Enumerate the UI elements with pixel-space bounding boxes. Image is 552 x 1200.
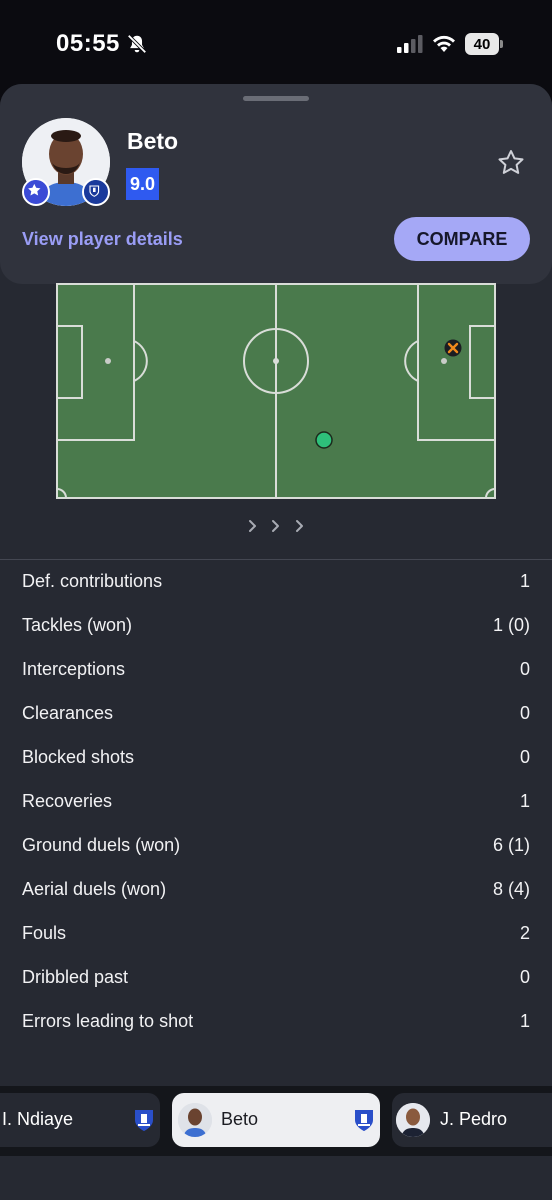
player-chip-label: J. Pedro <box>440 1109 508 1129</box>
stat-row-tackles: Tackles (won) 1 (0) <box>0 604 552 648</box>
status-time: 05:55 <box>56 30 120 57</box>
stat-row-interceptions: Interceptions 0 <box>0 648 552 692</box>
wifi-icon <box>433 35 455 52</box>
stat-value: 2 <box>519 923 530 943</box>
stat-label: Blocked shots <box>22 747 135 767</box>
stat-label: Fouls <box>22 923 67 943</box>
stat-row-recoveries: Recoveries 1 <box>0 780 552 824</box>
stat-row-aerial-duels: Aerial duels (won) 8 (4) <box>0 868 552 912</box>
stat-value: 6 (1) <box>492 835 530 855</box>
battery-level: 40 <box>465 33 499 55</box>
player-rating: 9.0 <box>126 168 159 200</box>
stat-row-dribbled-past: Dribbled past 0 <box>0 956 552 1000</box>
star-badge-icon <box>22 178 50 206</box>
stat-value: 1 <box>519 571 530 591</box>
stat-label: Tackles (won) <box>22 615 133 635</box>
player-chip-avatar <box>396 1103 430 1137</box>
player-chip-ndiaye[interactable]: I. Ndiaye <box>0 1093 160 1147</box>
player-chip-label: Beto <box>221 1109 259 1129</box>
bell-off-icon <box>127 34 147 54</box>
stat-label: Recoveries <box>22 791 113 811</box>
pitch-map <box>56 283 496 499</box>
status-bar: 05:55 40 <box>0 0 552 88</box>
sheet-grabber[interactable] <box>243 96 309 101</box>
view-player-details-link[interactable]: View player details <box>22 229 183 250</box>
stat-row-errors-leading-to-shot: Errors leading to shot 1 <box>0 1000 552 1044</box>
stat-value: 0 <box>519 659 530 679</box>
chevron-right-icon[interactable] <box>240 515 314 537</box>
stat-label: Ground duels (won) <box>22 835 181 855</box>
stat-value: 8 (4) <box>492 879 530 899</box>
battery-icon: 40 <box>465 33 503 55</box>
stat-label: Errors leading to shot <box>22 1011 194 1031</box>
player-header: Beto 9.0 View player details COMPARE <box>0 84 552 284</box>
player-chip-pedro[interactable]: J. Pedro <box>392 1093 552 1147</box>
everton-crest-icon <box>355 1110 373 1131</box>
stat-label: Dribbled past <box>22 967 129 987</box>
stats-list: Def. contributions 1 Tackles (won) 1 (0)… <box>0 560 552 1044</box>
stat-label: Interceptions <box>22 659 126 679</box>
player-name: Beto <box>127 128 179 154</box>
player-chip-avatar <box>178 1103 212 1137</box>
signal-icon <box>397 35 423 53</box>
stat-value: 0 <box>519 747 530 767</box>
stat-row-ground-duels: Ground duels (won) 6 (1) <box>0 824 552 868</box>
player-switcher: I. Ndiaye Beto J. Pedro <box>0 1086 552 1156</box>
stat-label: Clearances <box>22 703 114 723</box>
miss-marker[interactable] <box>444 339 462 357</box>
stat-value: 1 (0) <box>492 615 530 635</box>
stat-value: 1 <box>519 1011 530 1031</box>
stat-value: 1 <box>519 791 530 811</box>
stat-row-blocked-shots: Blocked shots 0 <box>0 736 552 780</box>
stat-row-fouls: Fouls 2 <box>0 912 552 956</box>
action-marker[interactable] <box>315 431 333 449</box>
stat-row-def-contributions: Def. contributions 1 <box>0 560 552 604</box>
stat-row-clearances: Clearances 0 <box>0 692 552 736</box>
stat-value: 0 <box>519 703 530 723</box>
stat-label: Def. contributions <box>22 571 163 591</box>
everton-crest-icon <box>135 1110 153 1131</box>
compare-button[interactable]: COMPARE <box>394 217 530 261</box>
player-chip-beto[interactable]: Beto <box>172 1093 380 1147</box>
everton-crest-icon <box>82 178 110 206</box>
stat-label: Aerial duels (won) <box>22 879 167 899</box>
stat-value: 0 <box>519 967 530 987</box>
player-chip-label: I. Ndiaye <box>2 1109 74 1129</box>
favorite-star-icon[interactable] <box>496 148 526 178</box>
